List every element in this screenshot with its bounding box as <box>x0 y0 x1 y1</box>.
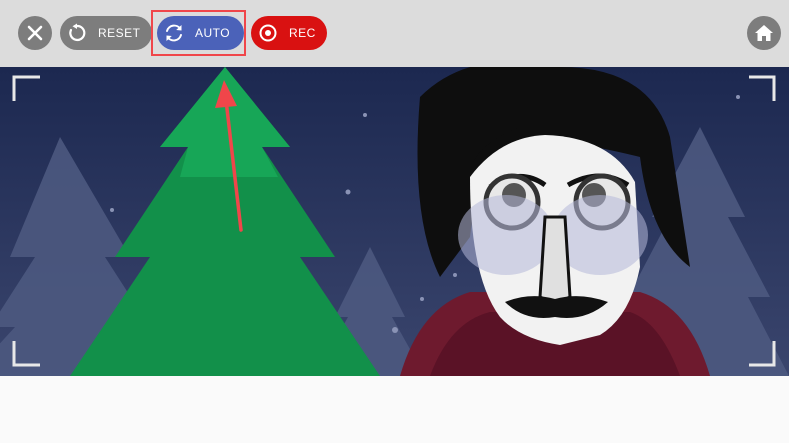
auto-button[interactable]: AUTO <box>157 16 244 50</box>
auto-button-label: AUTO <box>195 26 231 40</box>
scene-illustration <box>0 67 789 376</box>
home-button[interactable] <box>747 16 781 50</box>
rec-button[interactable]: REC <box>251 16 327 50</box>
home-icon <box>755 25 773 41</box>
close-button[interactable] <box>18 16 52 50</box>
close-icon <box>27 25 43 41</box>
scene-viewport[interactable] <box>0 67 789 376</box>
reset-button-label: RESET <box>98 26 141 40</box>
reset-button[interactable]: RESET <box>60 16 152 50</box>
rec-button-label: REC <box>289 26 316 40</box>
reset-icon <box>63 19 91 47</box>
sync-icon <box>160 19 188 47</box>
top-toolbar: RESET AUTO REC <box>0 0 789 67</box>
record-icon <box>254 19 282 47</box>
